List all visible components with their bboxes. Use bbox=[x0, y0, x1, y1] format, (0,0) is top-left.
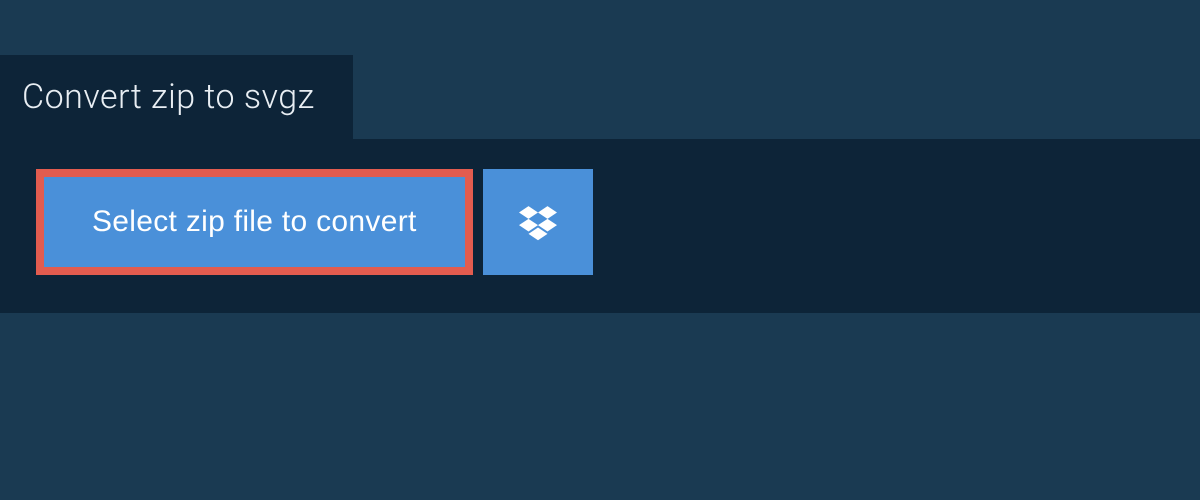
content-panel: Select zip file to convert bbox=[0, 139, 1200, 313]
dropbox-button[interactable] bbox=[483, 169, 593, 275]
select-file-button[interactable]: Select zip file to convert bbox=[44, 177, 465, 267]
select-file-highlight: Select zip file to convert bbox=[36, 169, 473, 275]
button-row: Select zip file to convert bbox=[36, 169, 1164, 275]
page-title: Convert zip to svgz bbox=[22, 77, 315, 117]
tab-header: Convert zip to svgz bbox=[0, 55, 353, 139]
dropbox-icon bbox=[519, 203, 557, 241]
